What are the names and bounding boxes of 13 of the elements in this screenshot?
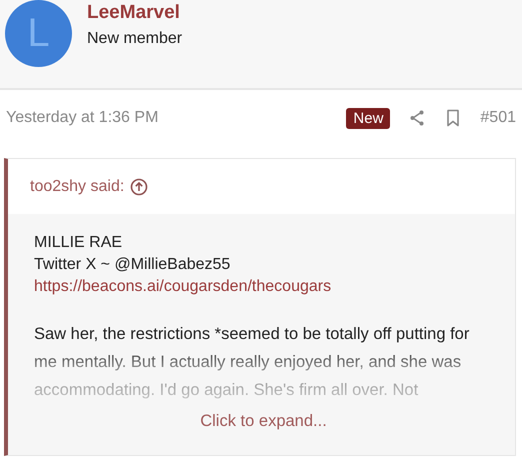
new-badge: New (346, 108, 390, 128)
arrow-up-icon[interactable] (130, 178, 148, 196)
quote-line: MILLIE RAE (34, 233, 124, 253)
share-icon[interactable] (408, 109, 426, 127)
quote-author[interactable]: too2shy said: (30, 178, 124, 196)
post-number[interactable]: #501 (480, 109, 516, 127)
quote-line: Twitter X ~ @MillieBabez55 (34, 255, 232, 275)
post-time[interactable]: Yesterday at 1:36 PM (6, 109, 328, 127)
username-link[interactable]: LeeMarvel (87, 2, 182, 24)
quote-paragraph: Saw her, the restrictions *seemed to be totally off putting for me mentally. But I actually really enjoyed her, and she was accommodating. I'd go again. She's firm all over. Not (34, 324, 470, 401)
quote-link[interactable]: https://beacons.ai/cougarsden/thecougars (34, 278, 332, 295)
expand-link[interactable]: Click to expand... (200, 412, 327, 431)
user-title: New member (87, 30, 182, 48)
